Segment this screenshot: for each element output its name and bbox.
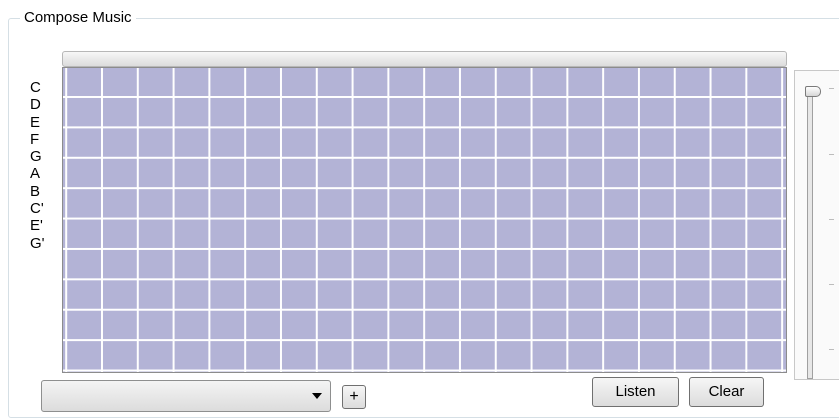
note-labels: C D E F G A B C' E' G' — [30, 79, 50, 252]
add-button[interactable]: + — [342, 385, 366, 409]
note-grid[interactable] — [62, 67, 787, 373]
clear-button[interactable]: Clear — [689, 377, 764, 407]
note-label-f: F — [30, 130, 40, 148]
note-label-d: D — [30, 96, 41, 114]
note-label-b: B — [30, 182, 41, 200]
note-label-e-high: E' — [30, 217, 43, 235]
slider-track — [807, 89, 813, 379]
grid-horizontal-scrollbar[interactable] — [62, 51, 787, 67]
note-label-g: G — [30, 148, 42, 166]
chevron-down-icon — [312, 393, 322, 399]
slider-tick — [829, 88, 834, 89]
instrument-dropdown[interactable] — [41, 380, 331, 412]
note-label-c: C — [30, 79, 41, 96]
groupbox-title: Compose Music — [20, 9, 136, 26]
slider-tick — [829, 284, 834, 285]
note-label-g-high: G' — [30, 234, 45, 252]
slider-tick — [829, 154, 834, 155]
listen-button[interactable]: Listen — [592, 377, 679, 407]
note-label-c-high: C' — [30, 200, 44, 218]
tempo-slider[interactable] — [794, 70, 839, 380]
slider-thumb[interactable] — [805, 86, 821, 97]
slider-tick — [829, 349, 834, 350]
note-label-a: A — [30, 165, 41, 183]
slider-tick — [829, 219, 834, 220]
note-label-e: E — [30, 113, 41, 131]
